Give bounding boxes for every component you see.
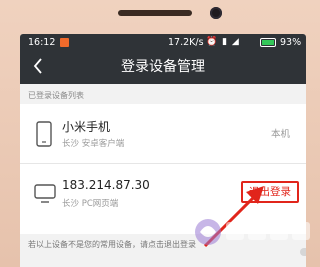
watermark-logo [195, 219, 310, 245]
